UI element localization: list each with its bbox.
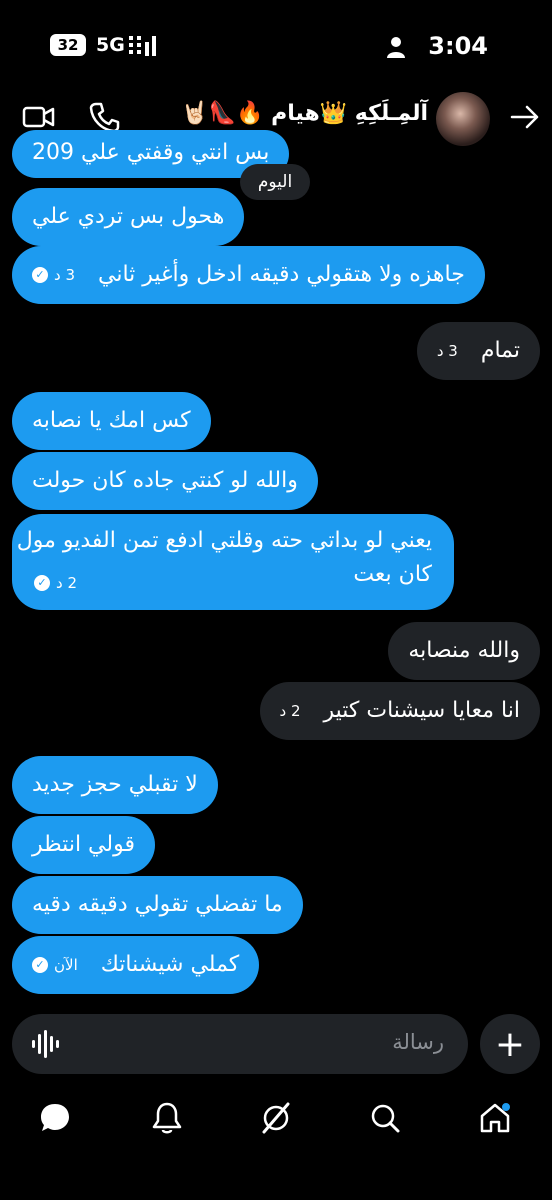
search-icon[interactable] <box>368 1100 402 1136</box>
message-time: 2 د <box>56 574 77 592</box>
home-icon[interactable] <box>478 1100 512 1136</box>
message-bubble-incoming[interactable]: تمام 3 د <box>416 322 540 380</box>
message-bubble-outgoing[interactable]: هحول بس تردي علي <box>12 188 245 246</box>
message-bubble-outgoing[interactable]: كملي شيشناتك الآن ✓ <box>12 936 260 994</box>
seen-check-icon: ✓ <box>32 957 48 973</box>
message-meta: 2 د ✓ <box>34 566 77 600</box>
date-divider: اليوم <box>240 164 310 200</box>
message-text: والله منصابه <box>408 638 520 663</box>
message-text: جاهزه ولا هتقولي دقيقه ادخل وأغير ثاني <box>98 262 465 287</box>
message-text: تمام <box>480 338 520 363</box>
message-text: لا تقبلي حجز جديد <box>32 772 198 797</box>
battery-indicator: 32 <box>50 34 86 56</box>
seen-check-icon: ✓ <box>34 575 50 591</box>
message-meta: الآن ✓ <box>32 948 78 982</box>
message-bubble-incoming[interactable]: انا معايا سيشنات كتير 2 د <box>259 682 540 740</box>
message-text: هحول بس تردي علي <box>32 204 225 229</box>
message-meta: 2 د <box>280 694 301 728</box>
person-icon <box>387 37 405 58</box>
message-text: بس انتي وقفتي علي 209 <box>32 140 270 165</box>
message-bubble-outgoing[interactable]: يعني لو بداتي حته وقلتي ادفع تمن الفديو … <box>12 514 454 610</box>
message-time: 3 د <box>436 342 458 360</box>
video-call-icon[interactable] <box>22 100 56 134</box>
message-input[interactable]: رسالة <box>392 1030 444 1054</box>
message-meta: 3 د <box>437 334 458 368</box>
network-type: 5G <box>96 34 125 56</box>
message-time: الآن <box>54 956 78 974</box>
message-bubble-outgoing[interactable]: جاهزه ولا هتقولي دقيقه ادخل وأغير ثاني 3… <box>12 246 485 304</box>
message-text: والله لو كنتي جاده كان حولت <box>32 468 298 493</box>
message-time: 2 د <box>279 702 301 720</box>
plus-icon: + <box>494 1023 526 1065</box>
message-text-line2: كان بعت <box>353 562 432 587</box>
signal-icon <box>129 36 156 56</box>
message-text: يعني لو بداتي حته وقلتي ادفع تمن الفديو … <box>16 528 432 553</box>
message-bubble-outgoing[interactable]: ما تفضلي تقولي دقيقه دقيه <box>12 876 303 934</box>
message-bubble-outgoing[interactable]: كس امك يا نصابه <box>12 392 211 450</box>
message-text: كس امك يا نصابه <box>32 408 191 433</box>
messages-icon[interactable] <box>38 1100 72 1136</box>
status-bar: 32 5G 3:04 <box>0 0 552 90</box>
add-attachment-button[interactable]: + <box>480 1014 540 1074</box>
message-text: ما تفضلي تقولي دقيقه دقيه <box>32 892 283 917</box>
message-text: كملي شيشناتك <box>100 952 240 977</box>
message-bubble-outgoing[interactable]: والله لو كنتي جاده كان حولت <box>12 452 318 510</box>
status-time: 3:04 <box>428 32 488 60</box>
notifications-icon[interactable] <box>150 1100 184 1136</box>
avatar[interactable] <box>436 92 490 146</box>
message-time: 3 د <box>54 266 75 284</box>
voice-message-icon[interactable] <box>30 1028 60 1060</box>
message-composer[interactable]: رسالة <box>12 1014 468 1074</box>
conversation-title[interactable]: آلمِـلَكِهِ 👑هيام 🔥👠🤘🏻 <box>181 101 428 126</box>
message-bubble-incoming[interactable]: والله منصابه <box>388 622 540 680</box>
phone-icon[interactable] <box>88 100 122 134</box>
seen-check-icon: ✓ <box>32 267 48 283</box>
back-arrow-icon[interactable] <box>508 100 542 134</box>
message-text: قولي انتظر <box>32 832 135 857</box>
grok-icon[interactable] <box>259 1100 293 1136</box>
message-bubble-outgoing[interactable]: قولي انتظر <box>12 816 155 874</box>
message-text: انا معايا سيشنات كتير <box>323 698 521 723</box>
message-bubble-outgoing[interactable]: لا تقبلي حجز جديد <box>12 756 218 814</box>
message-meta: 3 د ✓ <box>32 258 75 292</box>
